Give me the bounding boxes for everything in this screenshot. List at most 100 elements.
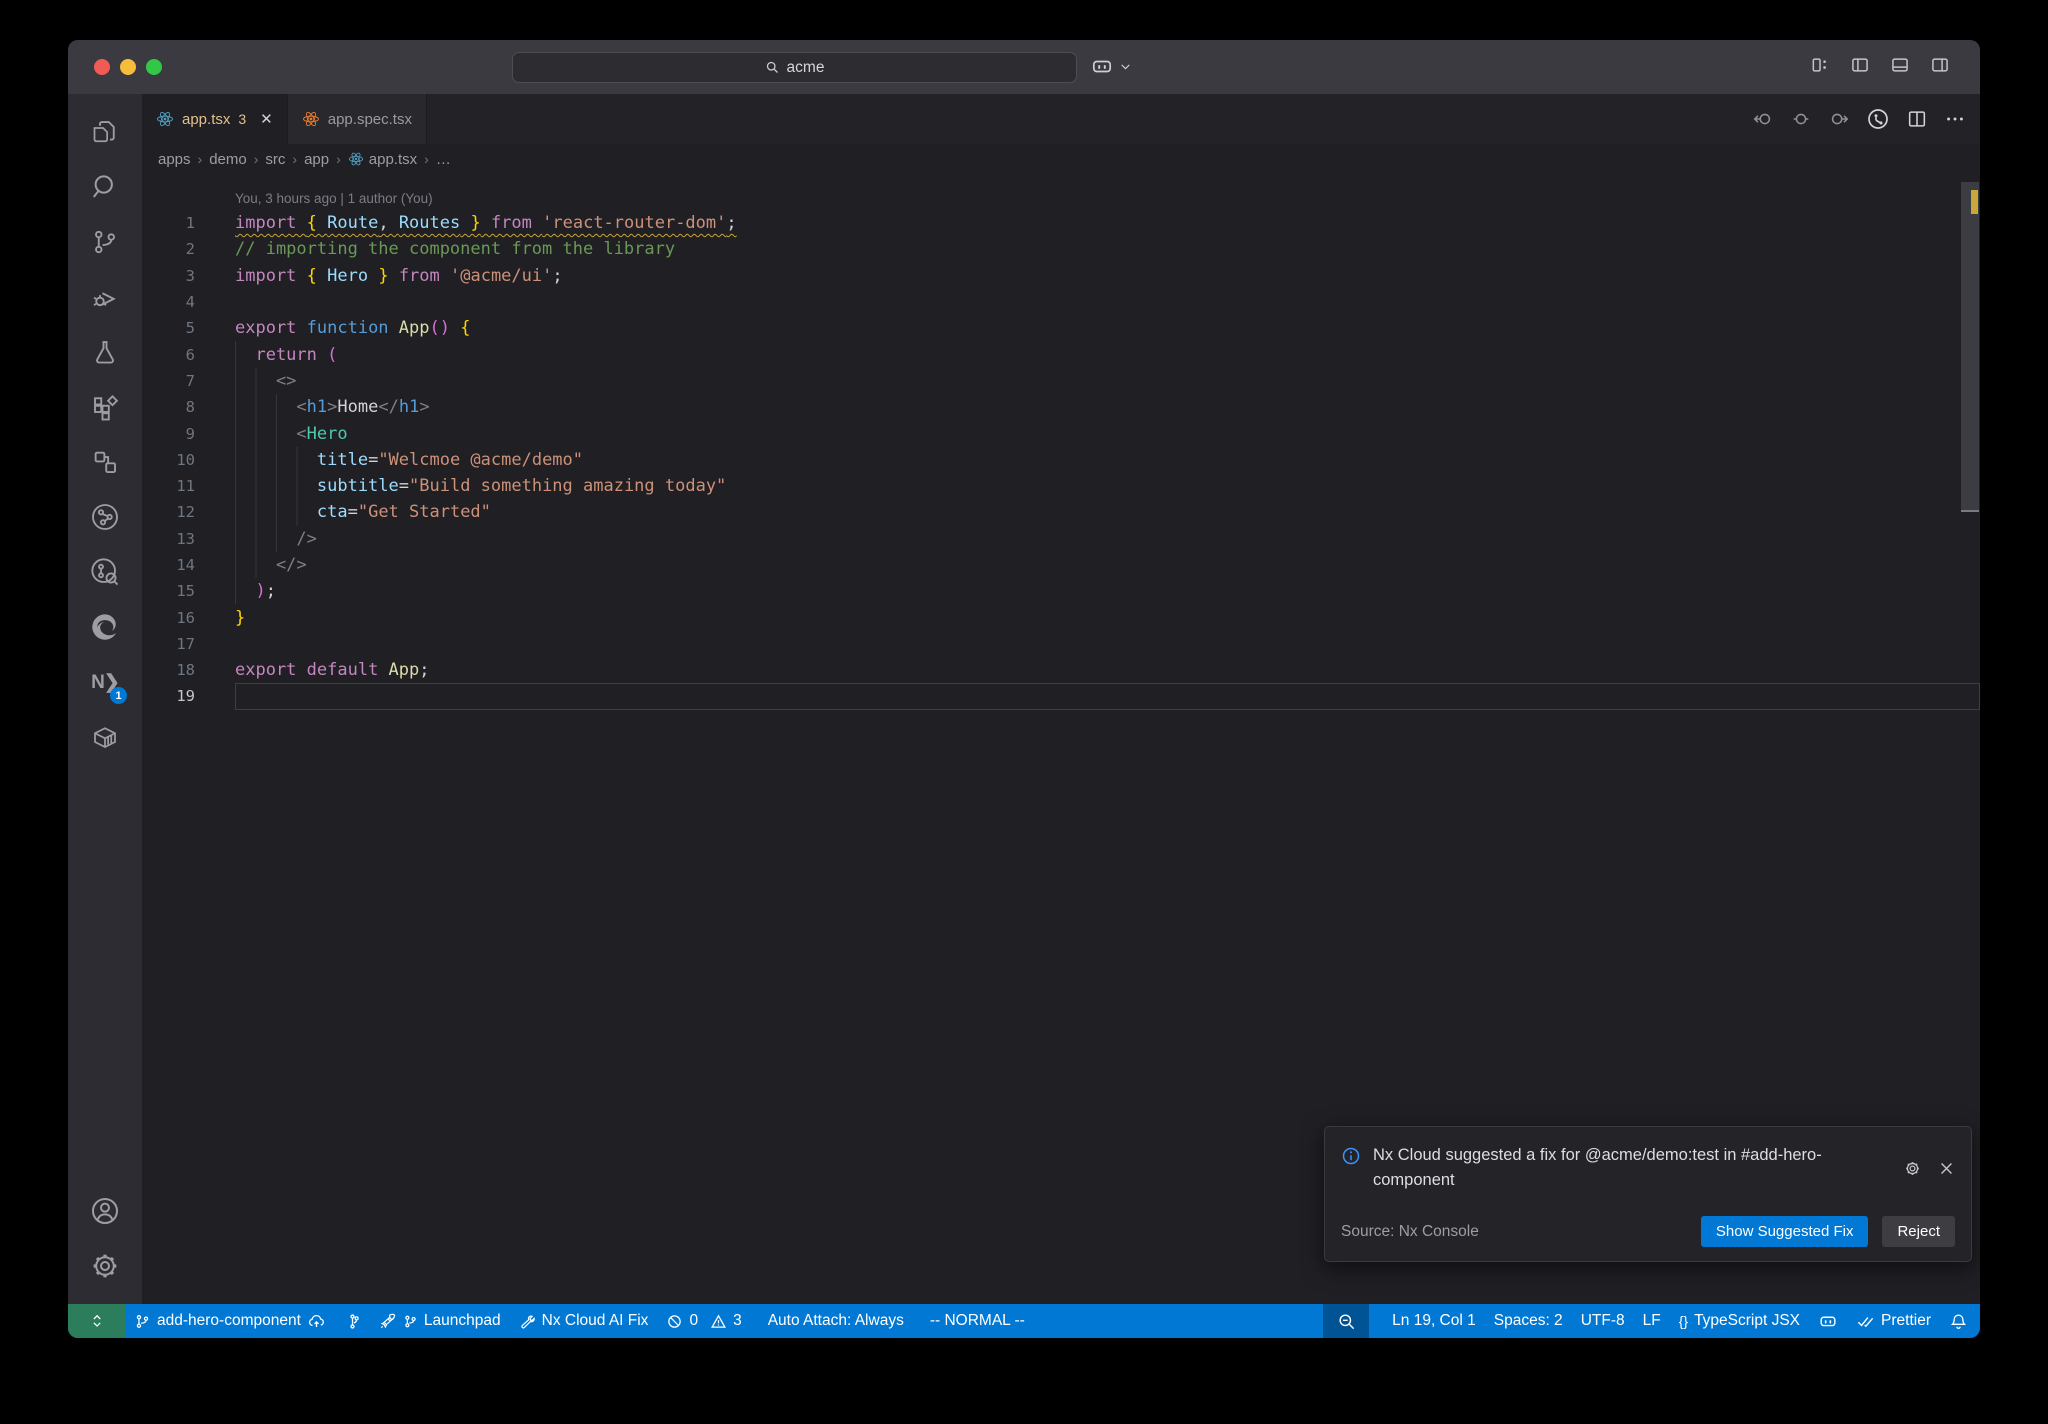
notification-settings-gear-icon[interactable] — [1903, 1143, 1922, 1194]
scrollbar-slider[interactable] — [1961, 182, 1979, 512]
cursor-position-item[interactable]: Ln 19, Col 1 — [1383, 1304, 1485, 1338]
show-suggested-fix-button[interactable]: Show Suggested Fix — [1700, 1216, 1869, 1247]
next-change-icon[interactable] — [1828, 108, 1850, 130]
breadcrumb-item[interactable]: … — [436, 151, 451, 168]
formatter-item[interactable]: Prettier — [1847, 1304, 1940, 1338]
notifications-bell-icon[interactable] — [1940, 1304, 1980, 1338]
breadcrumb-item[interactable]: src — [265, 151, 285, 168]
source-control-icon[interactable] — [81, 218, 129, 266]
nx-graph-icon[interactable] — [81, 493, 129, 541]
remote-indicator[interactable] — [68, 1304, 125, 1338]
nx-workspace-icon[interactable] — [81, 438, 129, 486]
extensions-icon[interactable] — [81, 383, 129, 431]
package-explorer-icon[interactable] — [81, 713, 129, 761]
zoom-indicator-item[interactable] — [1323, 1304, 1370, 1338]
notification-toast: Nx Cloud suggested a fix for @acme/demo:… — [1324, 1125, 1972, 1262]
code-line[interactable]: 19 — [142, 683, 1980, 710]
code-line[interactable]: 5 export function App() { — [142, 315, 1980, 341]
toggle-primary-sidebar-icon[interactable] — [1850, 55, 1870, 75]
code-line[interactable]: 3 import { Hero } from '@acme/ui'; — [142, 263, 1980, 289]
line-number[interactable]: 16 — [142, 609, 235, 627]
code-line[interactable]: 9 < Hero — [142, 420, 1980, 447]
command-center-search[interactable]: acme — [512, 52, 1077, 83]
more-actions-icon[interactable] — [1944, 108, 1966, 130]
git-branch-item[interactable]: add-hero-component — [125, 1304, 335, 1338]
code-line[interactable]: 4 — [142, 289, 1980, 315]
tab-app-spec-tsx[interactable]: app.spec.tsx — [287, 94, 427, 144]
code-line[interactable]: 6 return ( — [142, 341, 1980, 368]
minimize-window-button[interactable] — [120, 59, 136, 75]
line-number[interactable]: 14 — [142, 556, 235, 574]
testing-icon[interactable] — [81, 328, 129, 376]
line-number[interactable]: 3 — [142, 267, 235, 285]
code-line[interactable]: 18 export default App; — [142, 657, 1980, 683]
line-number[interactable]: 4 — [142, 293, 235, 311]
chevron-down-icon[interactable] — [1119, 60, 1132, 73]
fullscreen-window-button[interactable] — [146, 59, 162, 75]
tab-close-icon[interactable]: ✕ — [260, 110, 273, 128]
line-number[interactable]: 1 — [142, 214, 235, 232]
code-line[interactable]: 17 — [142, 631, 1980, 657]
launchpad-item[interactable]: Launchpad — [370, 1304, 510, 1338]
breadcrumb-item[interactable]: demo — [209, 151, 247, 168]
auto-attach-item[interactable]: Auto Attach: Always — [759, 1304, 913, 1338]
nx-console-icon[interactable]: N❯ 1 — [81, 658, 129, 706]
line-number[interactable]: 10 — [142, 451, 235, 469]
settings-gear-icon[interactable] — [81, 1242, 129, 1290]
nx-cloud-fix-item[interactable]: Nx Cloud AI Fix — [510, 1304, 658, 1338]
customize-layout-icon[interactable] — [1810, 55, 1830, 75]
line-number[interactable]: 13 — [142, 530, 235, 548]
code-line[interactable]: 16} — [142, 604, 1980, 630]
notification-close-icon[interactable] — [1938, 1143, 1955, 1194]
breadcrumb-item[interactable]: app.tsx — [348, 151, 417, 168]
indentation-item[interactable]: Spaces: 2 — [1485, 1304, 1572, 1338]
accounts-icon[interactable] — [81, 1187, 129, 1235]
line-number[interactable]: 8 — [142, 398, 235, 416]
toggle-secondary-sidebar-icon[interactable] — [1930, 55, 1950, 75]
run-debug-icon[interactable] — [81, 273, 129, 321]
language-mode-item[interactable]: {} TypeScript JSX — [1670, 1304, 1809, 1338]
line-number[interactable]: 2 — [142, 240, 235, 258]
code-line[interactable]: 1 import { Route, Routes } from 'react-ro… — [142, 210, 1980, 236]
breadcrumb-item[interactable]: app — [304, 151, 329, 168]
code-line[interactable]: 13/> — [142, 525, 1980, 552]
change-dot-icon[interactable] — [1790, 108, 1812, 130]
source-control-graph-item[interactable] — [335, 1304, 370, 1338]
problems-item[interactable]: 0 3 — [657, 1304, 750, 1338]
code-line[interactable]: 14 </> — [142, 551, 1980, 579]
line-number[interactable]: 19 — [142, 687, 235, 705]
reject-button[interactable]: Reject — [1882, 1216, 1955, 1247]
search-view-icon[interactable] — [81, 163, 129, 211]
run-file-icon[interactable] — [1866, 107, 1890, 131]
code-line[interactable]: 8 < h1 > Home </h1 > — [142, 394, 1980, 421]
code-line[interactable]: 7 <> — [142, 367, 1980, 395]
eol-item[interactable]: LF — [1634, 1304, 1670, 1338]
code-line[interactable]: 11 subtitle = "Build something amazing toda… — [142, 472, 1980, 500]
line-number[interactable]: 9 — [142, 425, 235, 443]
code-line[interactable]: 2// importing the component from the lib… — [142, 236, 1980, 262]
copilot-status-item[interactable] — [1809, 1304, 1847, 1338]
toggle-panel-icon[interactable] — [1890, 55, 1910, 75]
explorer-icon[interactable] — [81, 108, 129, 156]
line-number[interactable]: 15 — [142, 582, 235, 600]
tab-app-tsx[interactable]: app.tsx 3 ✕ — [142, 94, 288, 144]
line-number[interactable]: 12 — [142, 503, 235, 521]
edge-devtools-icon[interactable] — [81, 603, 129, 651]
code-line[interactable]: 10 title = "Welcmoe @acme/demo" — [142, 446, 1980, 473]
breadcrumb-item[interactable]: apps — [158, 151, 191, 168]
vim-mode-item[interactable]: -- NORMAL -- — [921, 1304, 1034, 1338]
line-number[interactable]: 11 — [142, 477, 235, 495]
line-number[interactable]: 6 — [142, 346, 235, 364]
code-line[interactable]: 12 cta = "Get Started" — [142, 499, 1980, 526]
prev-change-icon[interactable] — [1752, 108, 1774, 130]
copilot-icon[interactable] — [1090, 54, 1114, 78]
encoding-item[interactable]: UTF-8 — [1572, 1304, 1634, 1338]
line-number[interactable]: 5 — [142, 319, 235, 337]
nx-project-details-icon[interactable] — [81, 548, 129, 596]
code-line[interactable]: 15); — [142, 578, 1980, 605]
line-number[interactable]: 18 — [142, 661, 235, 679]
split-editor-icon[interactable] — [1906, 108, 1928, 130]
close-window-button[interactable] — [94, 59, 110, 75]
line-number[interactable]: 17 — [142, 635, 235, 653]
line-number[interactable]: 7 — [142, 372, 235, 390]
